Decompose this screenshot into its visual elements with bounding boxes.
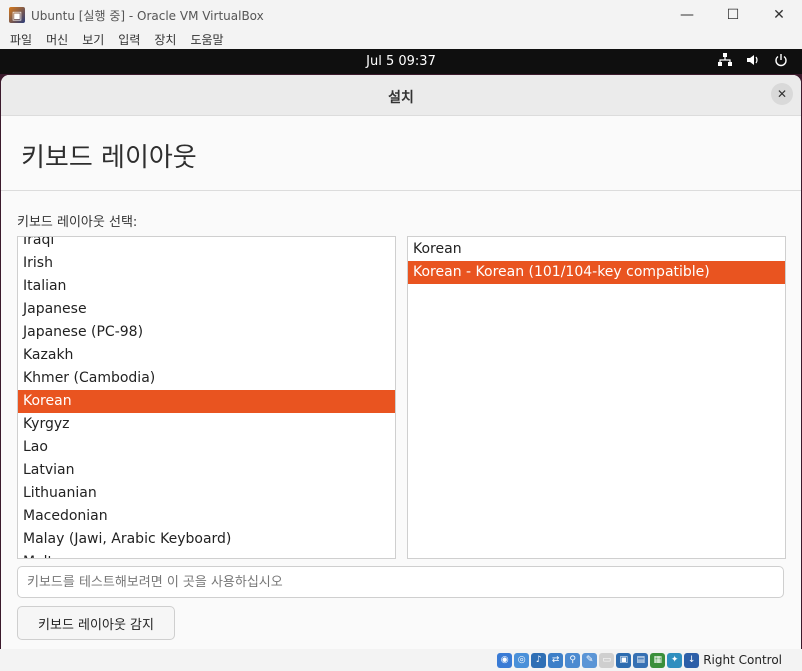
layout-select-label: 키보드 레이아웃 선택: [17, 215, 138, 230]
display-icon[interactable]: ▭ [599, 652, 615, 668]
cpu-icon[interactable]: ▦ [650, 652, 666, 668]
clipboard-icon[interactable]: ▤ [633, 652, 649, 668]
audio-icon[interactable]: ♪ [531, 652, 547, 668]
hard-disk-icon[interactable]: ◉ [497, 652, 513, 668]
variant-list-items: Korean Korean - Korean (101/104-key compa… [408, 238, 785, 284]
system-tray [718, 53, 788, 71]
vm-statusbar: ◉ ◎ ♪ ⇄ ⚲ ✎ ▭ ▣ ▤ ▦ ✦ ↓ Right Control [0, 649, 802, 671]
menu-devices[interactable]: 장치 [154, 31, 176, 48]
variant-list-item[interactable]: Korean - Korean (101/104-key compatible) [408, 261, 785, 284]
status-icons: ◉ ◎ ♪ ⇄ ⚲ ✎ ▭ ▣ ▤ ▦ ✦ ↓ [497, 652, 700, 668]
layout-list-item[interactable]: Khmer (Cambodia) [18, 367, 395, 390]
keyboard-test-input[interactable] [17, 566, 784, 598]
variant-list[interactable]: Korean Korean - Korean (101/104-key compa… [407, 236, 786, 559]
layout-list-item[interactable]: Malay (Jawi, Arabic Keyboard) [18, 528, 395, 551]
installer-dialog: 설치 ✕ 키보드 레이아웃 키보드 레이아웃 선택: Iraqi Irish Ita… [1, 75, 801, 649]
dialog-header: 설치 ✕ [1, 75, 801, 116]
host-key-label: Right Control [703, 653, 782, 667]
close-window-button[interactable]: ✕ [756, 0, 802, 30]
shared-folder-icon[interactable]: ✎ [582, 652, 598, 668]
menu-view[interactable]: 보기 [82, 31, 104, 48]
window-title: Ubuntu [실행 중] - Oracle VM VirtualBox [31, 8, 264, 23]
network-adapter-icon[interactable]: ⇄ [548, 652, 564, 668]
clock[interactable]: Jul 5 09:37 [0, 54, 802, 69]
layout-list[interactable]: Iraqi Irish Italian Japanese Japanese (PC-98… [17, 236, 396, 559]
layout-list-item[interactable]: Latvian [18, 459, 395, 482]
variant-list-item[interactable]: Korean [408, 238, 785, 261]
layout-list-item[interactable]: Kazakh [18, 344, 395, 367]
layout-list-item[interactable]: Kyrgyz [18, 413, 395, 436]
menu-machine[interactable]: 머신 [46, 31, 68, 48]
keyboard-capture-icon[interactable]: ↓ [684, 652, 700, 668]
layout-list-item[interactable]: Macedonian [18, 505, 395, 528]
window-titlebar: ▣ Ubuntu [실행 중] - Oracle VM VirtualBox —… [0, 0, 802, 30]
divider [1, 190, 801, 191]
layout-list-item[interactable]: Japanese [18, 298, 395, 321]
menu-input[interactable]: 입력 [118, 31, 140, 48]
video-capture-icon[interactable]: ▣ [616, 652, 632, 668]
layout-list-item[interactable]: Iraqi [18, 237, 395, 252]
network-icon[interactable] [718, 53, 732, 71]
menu-help[interactable]: 도움말 [190, 31, 223, 48]
layout-list-item[interactable]: Lithuanian [18, 482, 395, 505]
minimize-button[interactable]: — [664, 0, 710, 30]
volume-icon[interactable] [746, 53, 760, 71]
ubuntu-top-bar: Jul 5 09:37 [0, 49, 802, 74]
vm-display: Jul 5 09:37 설치 ✕ 키보드 레이아웃 키보드 레이아웃 선택: I… [0, 49, 802, 649]
power-icon[interactable] [774, 53, 788, 71]
layout-list-item[interactable]: Maltese [18, 551, 395, 558]
layout-list-item[interactable]: Japanese (PC-98) [18, 321, 395, 344]
dialog-title: 설치 [388, 90, 414, 106]
page-title: 키보드 레이아웃 [21, 143, 197, 173]
close-icon: ✕ [776, 87, 788, 101]
dialog-close-button[interactable]: ✕ [771, 83, 793, 105]
layout-list-item[interactable]: Korean [18, 390, 395, 413]
maximize-button[interactable]: ☐ [710, 0, 756, 30]
guest-additions-icon[interactable]: ✦ [667, 652, 683, 668]
layout-list-item[interactable]: Irish [18, 252, 395, 275]
optical-drive-icon[interactable]: ◎ [514, 652, 530, 668]
menubar: 파일 머신 보기 입력 장치 도움말 [0, 30, 802, 49]
layout-list-items: Iraqi Irish Italian Japanese Japanese (PC-98… [18, 237, 395, 558]
layout-list-item[interactable]: Italian [18, 275, 395, 298]
usb-icon[interactable]: ⚲ [565, 652, 581, 668]
layout-list-item[interactable]: Lao [18, 436, 395, 459]
menu-file[interactable]: 파일 [10, 31, 32, 48]
detect-layout-button[interactable]: 키보드 레이아웃 감지 [17, 606, 175, 640]
virtualbox-icon: ▣ [9, 7, 25, 23]
